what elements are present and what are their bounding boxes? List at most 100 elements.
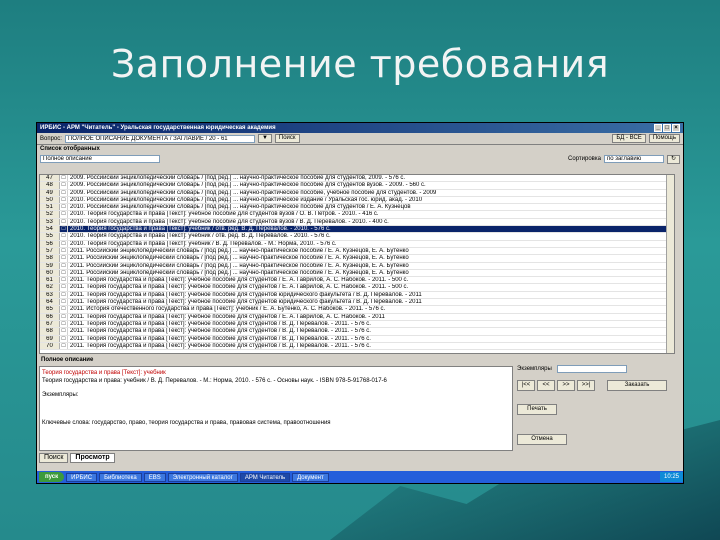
table-row[interactable]: 51 □ 2010. Российский энциклопедический сл… bbox=[40, 204, 674, 212]
app-window: ИРБИС - АРМ "Читатель" - Уральская госуд… bbox=[36, 122, 684, 484]
next-record-button[interactable]: >> bbox=[557, 380, 575, 391]
row-checkbox[interactable]: □ bbox=[60, 306, 68, 313]
row-checkbox[interactable]: □ bbox=[60, 175, 68, 182]
table-row[interactable]: 48 □ 2009. Российский энциклопедический сл… bbox=[40, 182, 674, 190]
table-row[interactable]: 49 □ 2009. Российский энциклопедический сл… bbox=[40, 189, 674, 197]
table-row[interactable]: 67 □ 2011. Теория государства и права [Тек… bbox=[40, 320, 674, 329]
print-button[interactable]: Печать bbox=[517, 404, 557, 415]
last-record-button[interactable]: >>| bbox=[577, 380, 595, 391]
refresh-icon[interactable]: ↻ bbox=[666, 154, 680, 164]
table-row[interactable]: 63 □ 2011. Теория государства и права [Тек… bbox=[40, 291, 674, 300]
query-field-label: Вопрос: bbox=[40, 135, 62, 142]
first-record-button[interactable]: |<< bbox=[517, 380, 535, 391]
taskbar-item-reader[interactable]: АРМ Читатель bbox=[239, 472, 291, 482]
column-title: Полное описание bbox=[40, 155, 160, 163]
maximize-icon[interactable]: □ bbox=[663, 124, 671, 132]
row-checkbox[interactable]: □ bbox=[60, 182, 68, 189]
row-number: 59 bbox=[40, 262, 60, 269]
row-number: 54 bbox=[40, 226, 60, 233]
table-row[interactable]: 59 □ 2011. Российский энциклопедический сл… bbox=[40, 262, 674, 270]
row-checkbox[interactable]: □ bbox=[60, 247, 68, 255]
row-checkbox[interactable]: □ bbox=[60, 313, 68, 320]
row-description: 2011. Теория государства и права [Текст]… bbox=[70, 284, 409, 291]
table-row[interactable]: 64 □ 2011. Теория государства и права [Тек… bbox=[40, 299, 674, 307]
row-checkbox[interactable]: □ bbox=[60, 335, 68, 342]
taskbar-item-library[interactable]: Библиотека bbox=[99, 472, 142, 482]
row-checkbox[interactable]: □ bbox=[60, 328, 68, 335]
table-row[interactable]: 55 □ 2010. Теория государства и права [Тек… bbox=[40, 233, 674, 241]
row-checkbox[interactable]: □ bbox=[60, 299, 68, 306]
row-description: 2011. Теория государства и права [Текст]… bbox=[70, 342, 371, 349]
list-section-label: Список отобранных bbox=[40, 146, 100, 152]
table-row[interactable]: 69 □ 2011. Теория государства и права [Тек… bbox=[40, 335, 674, 343]
row-number: 68 bbox=[40, 328, 60, 335]
cancel-button[interactable]: Отмена bbox=[517, 434, 567, 445]
start-button[interactable]: пуск bbox=[39, 472, 65, 482]
row-checkbox[interactable]: □ bbox=[60, 255, 68, 262]
row-description: 2011. Российский энциклопедический слова… bbox=[70, 255, 409, 262]
row-checkbox[interactable]: □ bbox=[60, 233, 68, 240]
tab-search[interactable]: Поиск bbox=[39, 453, 69, 463]
dropdown-icon[interactable]: ▼ bbox=[257, 134, 272, 143]
row-checkbox[interactable]: □ bbox=[60, 211, 68, 218]
minimize-icon[interactable]: _ bbox=[654, 124, 662, 132]
taskbar-item-catalog[interactable]: Электронный каталог bbox=[167, 472, 238, 482]
row-checkbox[interactable]: □ bbox=[60, 284, 68, 291]
table-row[interactable]: 58 □ 2011. Российский энциклопедический сл… bbox=[40, 255, 674, 263]
row-checkbox[interactable]: □ bbox=[60, 342, 68, 350]
row-checkbox[interactable]: □ bbox=[60, 269, 68, 277]
row-number: 49 bbox=[40, 189, 60, 196]
table-row[interactable]: 54 □ 2010. Теория государства и права [Тек… bbox=[40, 226, 674, 234]
row-description: 2010. Теория государства и права [Текст]… bbox=[70, 226, 331, 233]
row-checkbox[interactable]: □ bbox=[60, 226, 68, 233]
row-checkbox[interactable]: □ bbox=[60, 320, 68, 328]
table-row[interactable]: 68 □ 2011. Теория государства и права [Тек… bbox=[40, 328, 674, 336]
taskbar-item-irbis[interactable]: ИРБИС bbox=[66, 472, 98, 482]
row-checkbox[interactable]: □ bbox=[60, 262, 68, 269]
row-checkbox[interactable]: □ bbox=[60, 240, 68, 247]
exemplar-field[interactable] bbox=[557, 365, 627, 373]
tab-view[interactable]: Просмотр bbox=[70, 453, 115, 463]
table-row[interactable]: 57 □ 2011. Российский энциклопедический сл… bbox=[40, 247, 674, 256]
vertical-scrollbar[interactable] bbox=[666, 175, 674, 353]
row-number: 67 bbox=[40, 320, 60, 328]
search-button[interactable]: Поиск bbox=[274, 134, 300, 143]
table-row[interactable]: 50 □ 2010. Российский энциклопедический сл… bbox=[40, 196, 674, 205]
slide-title: Заполнение требования bbox=[110, 42, 610, 86]
row-checkbox[interactable]: □ bbox=[60, 189, 68, 196]
row-checkbox[interactable]: □ bbox=[60, 204, 68, 211]
right-panel: Экземпляры |<< << >> >>| Заказать Печать… bbox=[517, 365, 677, 451]
row-number: 65 bbox=[40, 306, 60, 313]
table-row[interactable]: 52 □ 2010. Теория государства и права [Тек… bbox=[40, 211, 674, 219]
prev-record-button[interactable]: << bbox=[537, 380, 555, 391]
table-row[interactable]: 47 □ 2009. Российский энциклопедический сл… bbox=[40, 175, 674, 183]
row-number: 62 bbox=[40, 284, 60, 291]
table-row[interactable]: 65 □ 2011. История отечественного государс… bbox=[40, 306, 674, 314]
table-row[interactable]: 60 □ 2011. Российский энциклопедический сл… bbox=[40, 269, 674, 278]
row-number: 60 bbox=[40, 269, 60, 277]
close-icon[interactable]: × bbox=[672, 124, 680, 132]
table-row[interactable]: 53 □ 2010. Теория государства и права [Тек… bbox=[40, 218, 674, 227]
results-table[interactable]: 47 □ 2009. Российский энциклопедический сл… bbox=[39, 174, 675, 354]
row-description: 2010. Теория государства и права [Текст]… bbox=[70, 211, 379, 218]
order-button[interactable]: Заказать bbox=[607, 380, 667, 391]
row-number: 58 bbox=[40, 255, 60, 262]
row-number: 66 bbox=[40, 313, 60, 320]
table-row[interactable]: 61 □ 2011. Теория государства и права [Тек… bbox=[40, 277, 674, 285]
row-description: 2011. Теория государства и права [Текст]… bbox=[70, 299, 422, 306]
sort-select[interactable]: по заглавию bbox=[603, 155, 664, 163]
row-checkbox[interactable]: □ bbox=[60, 218, 68, 226]
table-row[interactable]: 66 □ 2011. Теория государства и права [Тек… bbox=[40, 313, 674, 321]
row-number: 56 bbox=[40, 240, 60, 247]
table-row[interactable]: 70 □ 2011. Теория государства и права [Тек… bbox=[40, 342, 674, 351]
row-checkbox[interactable]: □ bbox=[60, 291, 68, 299]
row-checkbox[interactable]: □ bbox=[60, 277, 68, 284]
taskbar-item-document[interactable]: Документ bbox=[292, 472, 329, 482]
help-button[interactable]: Помощь bbox=[648, 134, 680, 143]
row-checkbox[interactable]: □ bbox=[60, 196, 68, 204]
db-select[interactable]: БД - ВСЕ bbox=[612, 134, 646, 143]
table-row[interactable]: 62 □ 2011. Теория государства и права [Тек… bbox=[40, 284, 674, 292]
table-row[interactable]: 56 □ 2010. Теория государства и права [Тек… bbox=[40, 240, 674, 248]
taskbar-item-ebs[interactable]: EBS bbox=[143, 472, 166, 482]
query-input[interactable]: ПОЛНОЕ ОПИСАНИЕ ДОКУМЕНТА / ЗАГЛАВИЕ / 2… bbox=[64, 134, 255, 143]
